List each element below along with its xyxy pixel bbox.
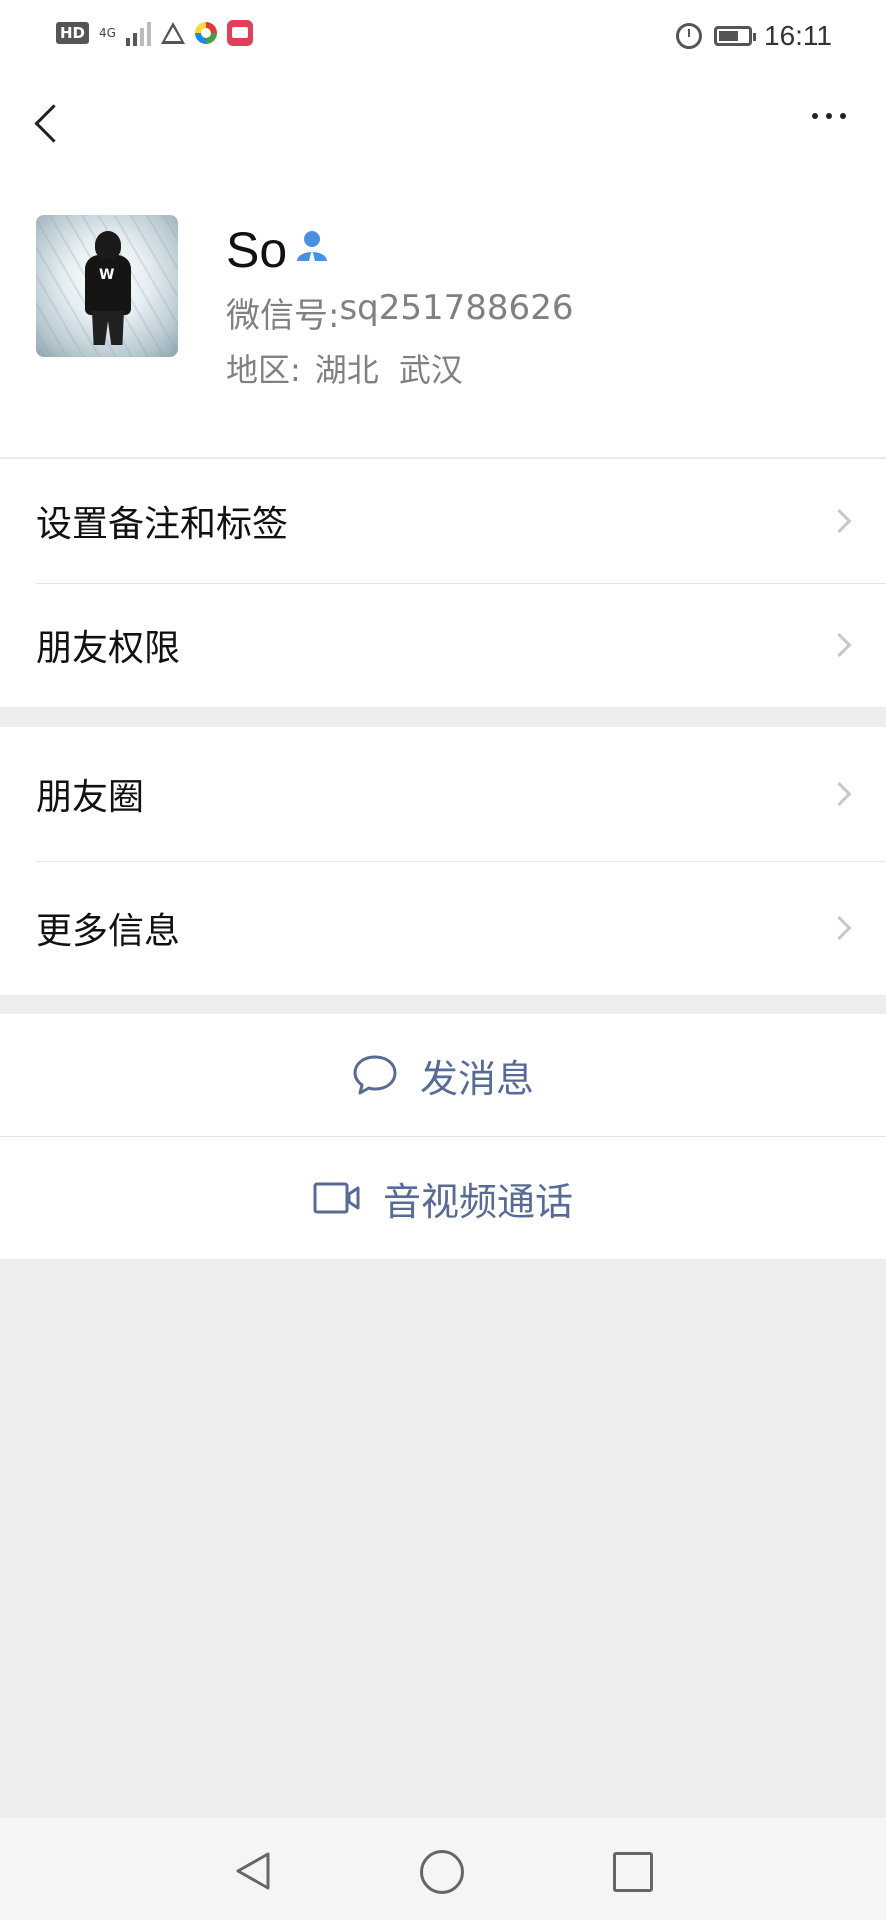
region-row: 地区: 湖北 武汉 (226, 345, 463, 391)
nav-recent-apps-icon[interactable] (613, 1852, 653, 1892)
status-bar-left: HD 4G (56, 20, 253, 46)
status-bar: HD 4G 16:11 (0, 0, 886, 74)
wechat-id-row: 微信号: sq251788626 (226, 288, 573, 337)
browser-app-icon (194, 22, 217, 44)
hd-icon: HD (56, 22, 90, 44)
more-options-icon[interactable] (812, 113, 846, 119)
system-nav-bar (0, 1818, 886, 1920)
back-arrow-icon[interactable] (30, 102, 60, 146)
signal-icon (125, 20, 151, 46)
clock-time: 16:11 (764, 20, 832, 51)
moments-label: 朋友圈 (36, 777, 145, 818)
moments-cell[interactable]: 朋友圈 (0, 727, 886, 861)
friend-permissions-label: 朋友权限 (36, 628, 181, 669)
settings-group: 设置备注和标签 朋友权限 (0, 458, 886, 707)
video-camera-icon (313, 1182, 361, 1214)
more-info-label: 更多信息 (36, 911, 181, 952)
chevron-right-icon (827, 781, 852, 807)
friend-permissions-cell[interactable]: 朋友权限 (0, 583, 886, 707)
wechat-id-label: 微信号: (226, 296, 340, 336)
nav-home-icon[interactable] (420, 1850, 464, 1894)
warning-icon (160, 22, 185, 44)
region-city: 武汉 (398, 351, 463, 389)
chevron-right-icon (827, 632, 852, 658)
region-province: 湖北 (314, 351, 379, 389)
news-app-icon (226, 20, 253, 46)
network-type-label: 4G (99, 26, 116, 40)
chevron-right-icon (827, 915, 852, 941)
avatar[interactable]: W (36, 215, 178, 357)
alarm-icon (676, 23, 702, 49)
set-remark-and-tags-label: 设置备注和标签 (36, 504, 289, 545)
send-message-label: 发消息 (419, 1056, 534, 1101)
nav-back-icon[interactable] (234, 1850, 272, 1892)
chat-bubble-icon (352, 1054, 398, 1096)
info-group: 朋友圈 更多信息 (0, 727, 886, 995)
wechat-id-value: sq251788626 (339, 288, 574, 328)
battery-icon (714, 26, 756, 46)
set-remark-and-tags-cell[interactable]: 设置备注和标签 (0, 459, 886, 583)
region-label: 地区: (226, 351, 301, 389)
contact-badge-icon (297, 231, 327, 261)
more-info-cell[interactable]: 更多信息 (0, 861, 886, 995)
video-call-label: 音视频通话 (382, 1179, 573, 1224)
video-call-button[interactable]: 音视频通话 (0, 1137, 886, 1259)
send-message-button[interactable]: 发消息 (0, 1014, 886, 1136)
chevron-right-icon (827, 508, 852, 534)
status-bar-right: 16:11 (676, 20, 832, 52)
profile-name: So (226, 222, 288, 278)
